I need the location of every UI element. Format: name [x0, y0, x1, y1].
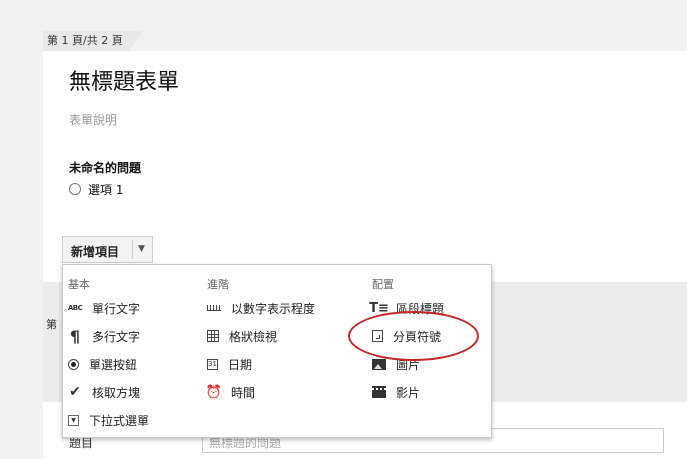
checkbox-icon: ✔: [69, 384, 81, 400]
add-item-button[interactable]: 新增項目 ▼: [62, 236, 153, 263]
menu-item-label: 時間: [231, 385, 256, 400]
add-item-label: 新增項目: [71, 245, 120, 259]
menu-item-paragraph[interactable]: ¶ 多行文字: [68, 326, 140, 346]
grid-icon: [207, 330, 219, 342]
menu-item-label: 單選按鈕: [89, 357, 138, 372]
menu-item-label: 下拉式選單: [89, 413, 150, 428]
option-label[interactable]: 選項 1: [88, 181, 123, 198]
menu-item-label: 單行文字: [92, 301, 141, 316]
menu-item-label: 格狀檢視: [229, 329, 278, 344]
text-abc-icon: ABC: [67, 304, 83, 312]
menu-item-label: 日期: [228, 357, 253, 372]
menu-item-time[interactable]: ⏰ 時間: [205, 382, 256, 402]
clock-icon: ⏰: [205, 384, 223, 400]
button-divider: [132, 240, 133, 259]
menu-item-text[interactable]: ABC 單行文字: [68, 298, 140, 318]
chevron-down-icon[interactable]: ▼: [138, 244, 145, 254]
menu-item-video[interactable]: 影片: [372, 382, 420, 402]
form-description[interactable]: 表單說明: [69, 111, 117, 128]
paragraph-icon: ¶: [69, 326, 81, 346]
menu-item-grid[interactable]: 格狀檢視: [207, 326, 277, 346]
menu-item-label: 分頁符號: [393, 329, 442, 344]
next-page-tab: 第: [46, 318, 57, 331]
menu-item-section-header[interactable]: T≡ 區段標題: [369, 298, 445, 318]
menu-item-label: 核取方塊: [92, 385, 141, 400]
calendar-icon: 31: [207, 358, 218, 370]
video-icon: [372, 386, 386, 398]
page-break-icon: [372, 330, 383, 342]
menu-heading-advanced: 進階: [207, 278, 229, 291]
menu-item-date[interactable]: 31 日期: [207, 354, 252, 374]
radio-icon: [68, 358, 79, 370]
menu-item-scale[interactable]: 以數字表示程度: [207, 298, 315, 318]
menu-item-multiple-choice[interactable]: 單選按鈕: [68, 354, 137, 374]
scale-icon: [207, 305, 221, 311]
menu-item-label: 影片: [396, 385, 421, 400]
menu-item-label: 以數字表示程度: [231, 301, 316, 316]
menu-heading-basic: 基本: [68, 278, 90, 291]
radio-option-icon[interactable]: [69, 183, 81, 195]
image-icon: [372, 358, 386, 370]
menu-item-image[interactable]: 圖片: [372, 354, 420, 374]
menu-item-checkboxes[interactable]: ✔ 核取方塊: [68, 382, 140, 402]
menu-item-dropdown[interactable]: ▼ 下拉式選單: [68, 410, 149, 430]
menu-item-label: 區段標題: [396, 301, 445, 316]
question-title[interactable]: 未命名的問題: [69, 159, 141, 176]
menu-heading-layout: 配置: [372, 278, 394, 291]
menu-item-label: 多行文字: [92, 329, 141, 344]
section-header-icon: T≡: [369, 300, 389, 316]
menu-item-label: 圖片: [396, 357, 421, 372]
menu-item-page-break[interactable]: 分頁符號: [372, 326, 441, 346]
form-title[interactable]: 無標題表單: [69, 64, 179, 96]
page-indicator-tab: 第 1 頁/共 2 頁: [43, 31, 143, 51]
dropdown-icon: ▼: [68, 414, 79, 426]
